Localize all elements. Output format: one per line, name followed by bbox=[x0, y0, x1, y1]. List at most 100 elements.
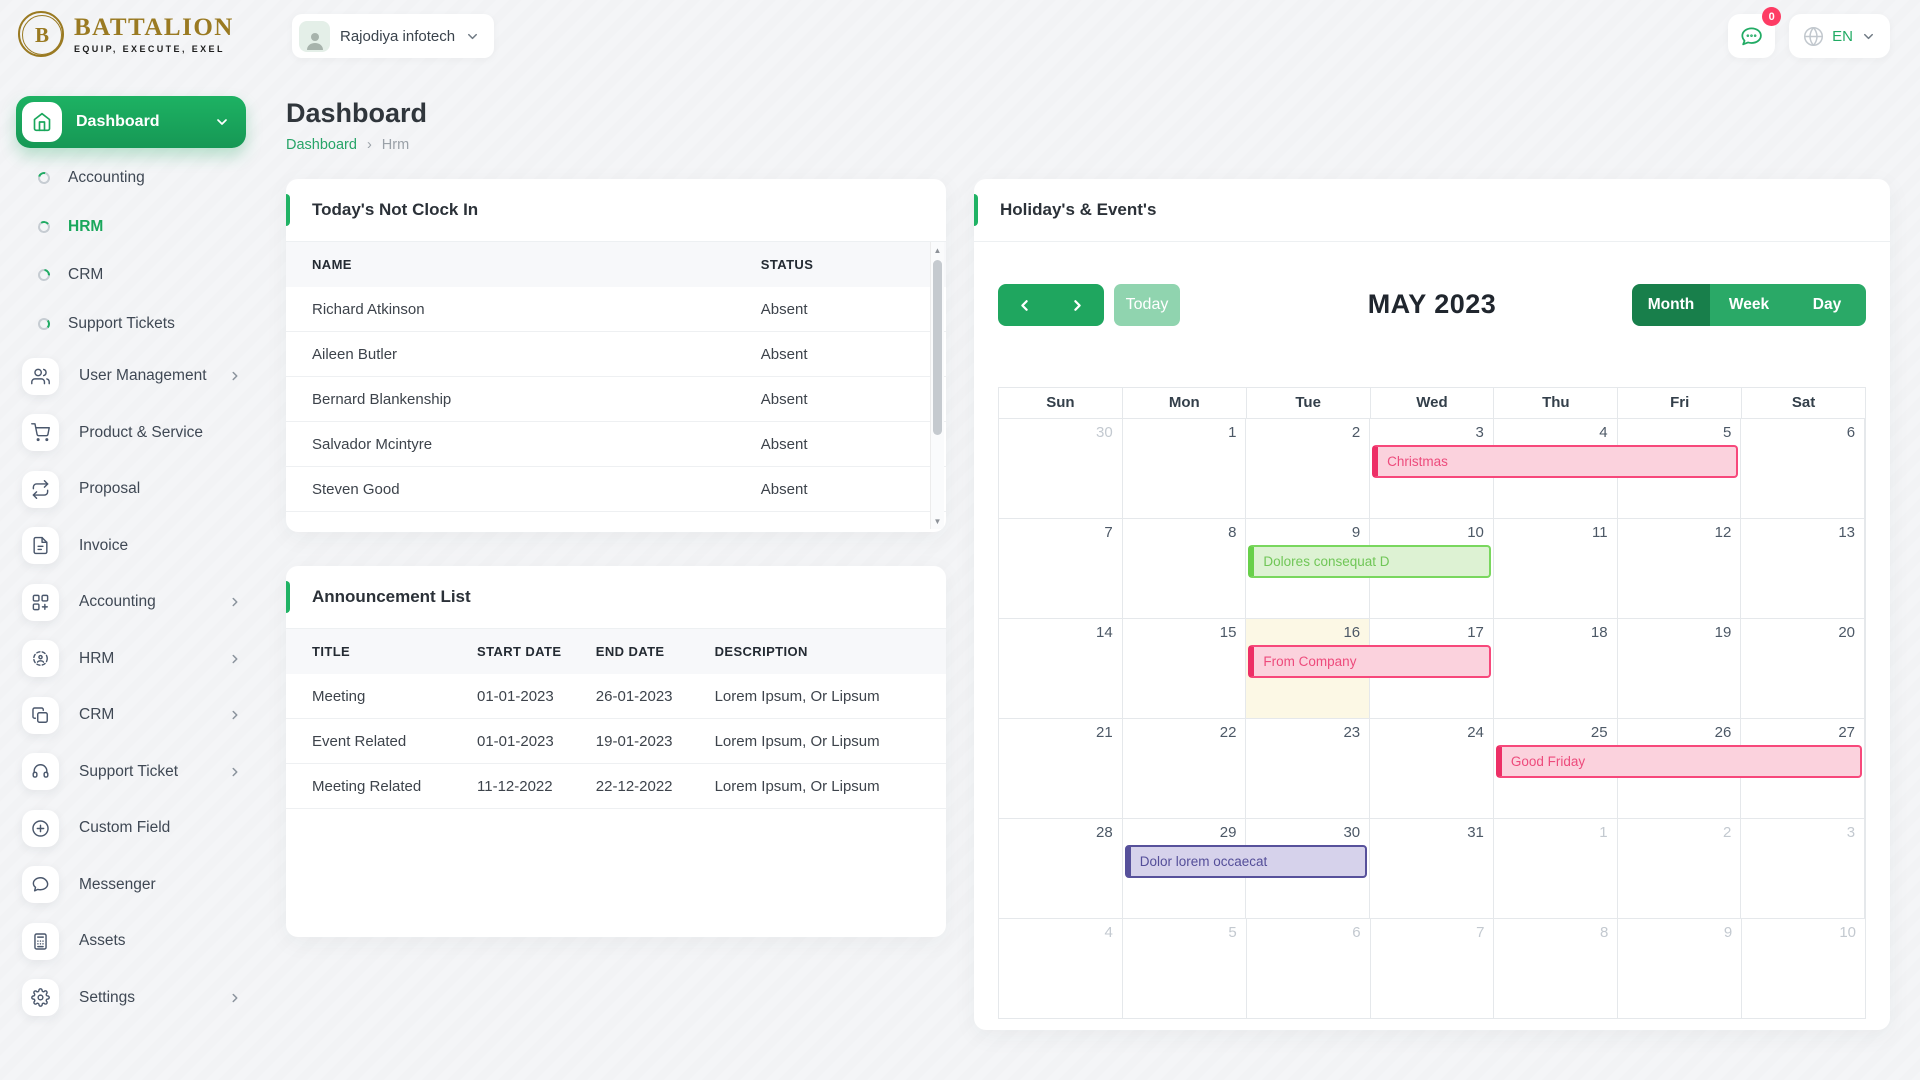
calendar-day-cell[interactable]: 10 bbox=[1742, 919, 1865, 1018]
calendar-day-cell[interactable]: 12 bbox=[1618, 519, 1742, 618]
workspace-switcher[interactable]: Rajodiya infotech bbox=[292, 14, 494, 58]
sidebar-item-label: Dashboard bbox=[76, 113, 200, 131]
calendar-day-cell[interactable]: 1 bbox=[1123, 419, 1247, 518]
sidebar-item-settings[interactable]: Settings bbox=[0, 970, 266, 1027]
calendar-day-cell[interactable]: 4 bbox=[999, 919, 1123, 1018]
calendar-event-dolores-consequat-d[interactable]: Dolores consequat D bbox=[1248, 545, 1490, 578]
calendar-day-cell[interactable]: 6 bbox=[1741, 419, 1865, 518]
calendar-day-cell[interactable]: 23 bbox=[1246, 719, 1370, 818]
scrollbar-down-arrow[interactable]: ▼ bbox=[931, 515, 944, 527]
calendar-day-cell[interactable]: 6 bbox=[1247, 919, 1371, 1018]
calendar-day-cell[interactable]: 5 bbox=[1123, 919, 1247, 1018]
calendar-day-cell[interactable]: 9 bbox=[1618, 919, 1742, 1018]
card-accent-bar bbox=[286, 581, 290, 613]
sidebar-item-label: Assets bbox=[79, 932, 242, 950]
table-scrollbar[interactable]: ▲ ▼ bbox=[930, 242, 944, 529]
calendar-day-cell[interactable]: 1 bbox=[1494, 819, 1618, 918]
chevron-right-icon bbox=[228, 708, 242, 722]
calendar-day-cell[interactable]: 2 bbox=[1618, 819, 1742, 918]
sidebar-subitem-crm[interactable]: CRM bbox=[0, 251, 266, 300]
table-cell: 19-01-2023 bbox=[570, 719, 689, 764]
calendar-next-button[interactable] bbox=[1051, 284, 1104, 326]
calendar-day-cell[interactable]: 21 bbox=[999, 719, 1123, 818]
language-selector[interactable]: EN bbox=[1789, 14, 1890, 58]
sidebar-item-label: User Management bbox=[79, 367, 208, 385]
chevron-down-icon bbox=[465, 29, 480, 44]
calendar-event-good-friday[interactable]: Good Friday bbox=[1496, 745, 1862, 778]
sidebar-item-support-ticket[interactable]: Support Ticket bbox=[0, 744, 266, 801]
sidebar-item-label: Custom Field bbox=[79, 819, 242, 837]
sidebar-subitem-hrm[interactable]: HRM bbox=[0, 203, 266, 252]
calendar-day-header-mon: Mon bbox=[1123, 388, 1247, 418]
calendar-day-cell[interactable]: 8 bbox=[1494, 919, 1618, 1018]
scrollbar-thumb[interactable] bbox=[933, 260, 942, 435]
sidebar-item-dashboard[interactable]: Dashboard bbox=[16, 96, 246, 148]
sidebar-icon-tile bbox=[22, 471, 59, 508]
calendar-day-cell[interactable]: 31 bbox=[1370, 819, 1494, 918]
sidebar-item-proposal[interactable]: Proposal bbox=[0, 461, 266, 518]
scrollbar-up-arrow[interactable]: ▲ bbox=[931, 244, 944, 256]
calendar-prev-button[interactable] bbox=[998, 284, 1051, 326]
calendar-view-day[interactable]: Day bbox=[1788, 284, 1866, 326]
calendar-view-month[interactable]: Month bbox=[1632, 284, 1710, 326]
calendar-view-week[interactable]: Week bbox=[1710, 284, 1788, 326]
table-cell: Absent bbox=[735, 422, 946, 467]
calendar-day-cell[interactable]: 22 bbox=[1123, 719, 1247, 818]
calendar-today-button[interactable]: Today bbox=[1114, 284, 1180, 326]
calendar-day-header-sun: Sun bbox=[999, 388, 1123, 418]
calendar-day-cell[interactable]: 14 bbox=[999, 619, 1123, 718]
sidebar-item-custom-field[interactable]: Custom Field bbox=[0, 800, 266, 857]
calendar-event-christmas[interactable]: Christmas bbox=[1372, 445, 1738, 478]
sidebar-item-product-service[interactable]: Product & Service bbox=[0, 405, 266, 462]
calendar-day-cell[interactable]: 2 bbox=[1246, 419, 1370, 518]
table-cell: Richard Atkinson bbox=[286, 287, 735, 332]
sidebar-item-hrm[interactable]: HRM bbox=[0, 631, 266, 688]
calendar-day-cell[interactable]: 15 bbox=[1123, 619, 1247, 718]
calendar-nav-group bbox=[998, 284, 1104, 326]
messages-button[interactable]: 0 bbox=[1728, 14, 1775, 58]
column-header-description: DESCRIPTION bbox=[689, 629, 946, 674]
copy-icon bbox=[31, 706, 50, 725]
calendar-week-row: 14151617181920From Company bbox=[999, 619, 1865, 719]
calendar-day-cell[interactable]: 24 bbox=[1370, 719, 1494, 818]
sidebar-icon-tile bbox=[22, 697, 59, 734]
calendar-day-cell[interactable]: 30 bbox=[999, 419, 1123, 518]
table-cell: Absent bbox=[735, 287, 946, 332]
sidebar-subitem-support-tickets[interactable]: Support Tickets bbox=[0, 300, 266, 349]
calendar-event-from-company[interactable]: From Company bbox=[1248, 645, 1490, 678]
table-cell: Absent bbox=[735, 467, 946, 512]
table-cell: 01-01-2023 bbox=[451, 719, 570, 764]
sidebar-item-accounting[interactable]: Accounting bbox=[0, 574, 266, 631]
calendar-day-cell[interactable]: 28 bbox=[999, 819, 1123, 918]
calendar-day-cell[interactable]: 11 bbox=[1494, 519, 1618, 618]
calendar-week-row: 28293031123Dolor lorem occaecat bbox=[999, 819, 1865, 919]
table-cell: 01-01-2023 bbox=[451, 674, 570, 719]
sidebar-item-user-management[interactable]: User Management bbox=[0, 348, 266, 405]
calendar-day-cell[interactable]: 13 bbox=[1741, 519, 1865, 618]
sidebar-item-assets[interactable]: Assets bbox=[0, 913, 266, 970]
breadcrumb-link-dashboard[interactable]: Dashboard bbox=[286, 137, 357, 153]
sidebar-item-messenger[interactable]: Messenger bbox=[0, 857, 266, 914]
announcement-title: Announcement List bbox=[312, 587, 471, 607]
sidebar-subitem-accounting[interactable]: Accounting bbox=[0, 154, 266, 203]
table-header-row: NAMESTATUS bbox=[286, 242, 946, 287]
calendar-day-cell[interactable]: 7 bbox=[999, 519, 1123, 618]
calendar-day-cell[interactable]: 8 bbox=[1123, 519, 1247, 618]
chat-bubble-icon bbox=[1739, 24, 1764, 49]
sidebar-item-crm[interactable]: CRM bbox=[0, 687, 266, 744]
calendar-event-dolor-lorem-occaecat[interactable]: Dolor lorem occaecat bbox=[1125, 845, 1367, 878]
announcement-row: Event Related01-01-202319-01-2023Lorem I… bbox=[286, 719, 946, 764]
page-title: Dashboard bbox=[286, 98, 1890, 129]
calendar-day-cell[interactable]: 7 bbox=[1371, 919, 1495, 1018]
sidebar-icon-tile bbox=[22, 358, 59, 395]
calendar-day-cell[interactable]: 3 bbox=[1741, 819, 1865, 918]
target-icon bbox=[31, 649, 50, 668]
calendar-day-cell[interactable]: 19 bbox=[1618, 619, 1742, 718]
calendar-day-cell[interactable]: 18 bbox=[1494, 619, 1618, 718]
table-cell: Bernard Blankenship bbox=[286, 377, 735, 422]
calendar-day-cell[interactable]: 20 bbox=[1741, 619, 1865, 718]
topbar: B BATTALION EQUIP, EXECUTE, EXEL Rajodiy… bbox=[0, 0, 1920, 72]
calendar-grid: SunMonTueWedThuFriSat 30123456Christmas7… bbox=[998, 387, 1866, 1019]
sidebar-icon-tile bbox=[22, 810, 59, 847]
sidebar-item-invoice[interactable]: Invoice bbox=[0, 518, 266, 575]
